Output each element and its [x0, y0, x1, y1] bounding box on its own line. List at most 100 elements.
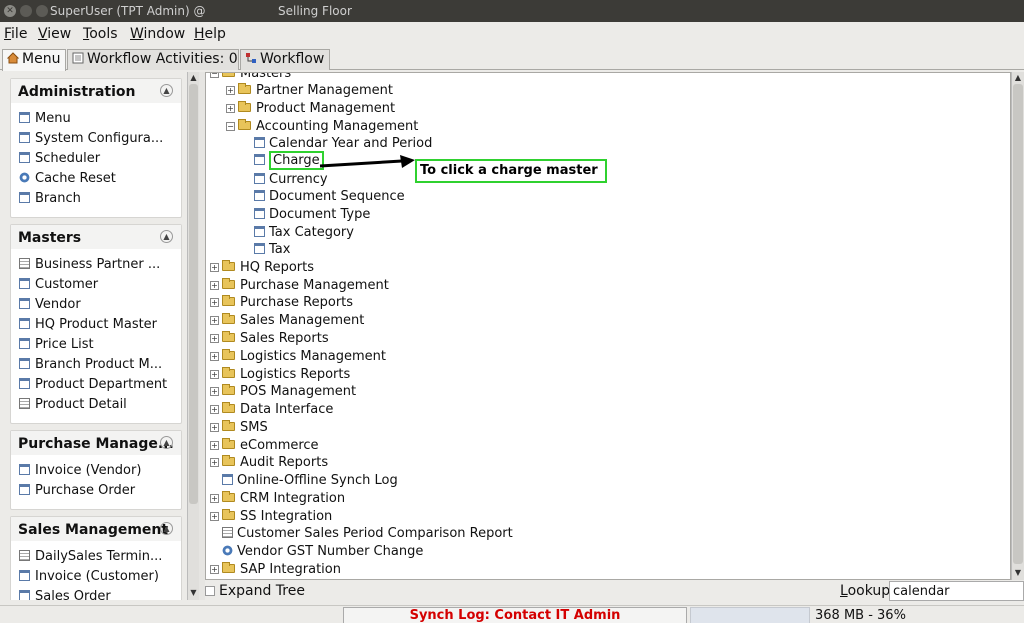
- tree-row[interactable]: + Product Management: [226, 101, 395, 119]
- collapse-icon[interactable]: ▲: [160, 436, 173, 449]
- expand-node-icon[interactable]: +: [210, 263, 219, 272]
- tree-row[interactable]: Document Sequence: [254, 189, 405, 207]
- collapse-node-icon[interactable]: −: [210, 73, 219, 78]
- menu-item[interactable]: HQ Product Master: [11, 315, 181, 335]
- folder-icon: [222, 384, 235, 395]
- expand-node-icon[interactable]: +: [210, 494, 219, 503]
- menu-item[interactable]: Price List: [11, 335, 181, 355]
- tree-row[interactable]: + Partner Management: [226, 83, 393, 101]
- menu-item[interactable]: Invoice (Customer): [11, 567, 181, 587]
- expand-node-icon[interactable]: +: [226, 104, 235, 113]
- scroll-thumb[interactable]: [189, 84, 198, 504]
- menu-item[interactable]: Cache Reset: [11, 169, 181, 189]
- expand-node-icon[interactable]: +: [210, 405, 219, 414]
- tree-row[interactable]: Document Type: [254, 207, 370, 225]
- tree-row[interactable]: + CRM Integration: [210, 491, 345, 509]
- expand-node-icon[interactable]: +: [210, 565, 219, 574]
- menu-item[interactable]: System Configura...: [11, 129, 181, 149]
- group-title[interactable]: Administration: [11, 79, 181, 103]
- expand-node-icon[interactable]: +: [210, 387, 219, 396]
- menu-tools[interactable]: Tools: [83, 26, 118, 42]
- menu-view[interactable]: View: [38, 26, 71, 42]
- tree-row[interactable]: + SAP Integration: [210, 562, 341, 579]
- menu-item[interactable]: DailySales Termin...: [11, 547, 181, 567]
- menu-item[interactable]: Branch Product M...: [11, 355, 181, 375]
- tree-row[interactable]: + Logistics Management: [210, 349, 386, 367]
- tree-row[interactable]: Tax: [254, 242, 290, 260]
- expand-node-icon[interactable]: +: [210, 458, 219, 467]
- tree-row-charge[interactable]: Charge: [254, 151, 324, 171]
- menu-item[interactable]: Product Detail: [11, 395, 181, 415]
- menu-item[interactable]: Sales Order: [11, 587, 181, 600]
- group-title[interactable]: Purchase Manage...: [11, 431, 181, 455]
- scroll-up-icon[interactable]: ▲: [1012, 72, 1024, 84]
- tree-row[interactable]: Online-Offline Synch Log: [222, 473, 398, 491]
- expand-node-icon[interactable]: +: [210, 423, 219, 432]
- maximize-icon[interactable]: [36, 5, 48, 17]
- tab-workflow-activities[interactable]: Workflow Activities: 0: [67, 49, 239, 70]
- collapse-icon[interactable]: ▲: [160, 522, 173, 535]
- tree-row[interactable]: + Data Interface: [210, 402, 333, 420]
- tree-row[interactable]: + POS Management: [210, 384, 356, 402]
- synch-log-status[interactable]: Synch Log: Contact IT Admin: [343, 607, 687, 623]
- expand-node-icon[interactable]: +: [210, 512, 219, 521]
- tree-row[interactable]: + Purchase Reports: [210, 295, 353, 313]
- collapse-icon[interactable]: ▲: [160, 230, 173, 243]
- menu-item[interactable]: Vendor: [11, 295, 181, 315]
- collapse-icon[interactable]: ▲: [160, 84, 173, 97]
- menu-window[interactable]: Window: [130, 26, 185, 42]
- group-title[interactable]: Masters: [11, 225, 181, 249]
- tree-label: Audit Reports: [240, 455, 329, 470]
- scroll-down-icon[interactable]: ▼: [188, 587, 199, 599]
- menu-help[interactable]: Help: [194, 26, 226, 42]
- tree-row[interactable]: − Accounting Management: [226, 119, 418, 137]
- tree-row[interactable]: + Purchase Management: [210, 278, 389, 296]
- close-icon[interactable]: ✕: [4, 5, 16, 17]
- expand-node-icon[interactable]: +: [226, 86, 235, 95]
- expand-node-icon[interactable]: +: [210, 316, 219, 325]
- expand-node-icon[interactable]: +: [210, 334, 219, 343]
- menu-item[interactable]: Product Department: [11, 375, 181, 395]
- group-title[interactable]: Sales Management: [11, 517, 181, 541]
- menu-item[interactable]: Menu: [11, 109, 181, 129]
- tree-row[interactable]: + Audit Reports: [210, 455, 328, 473]
- tree-row[interactable]: + Logistics Reports: [210, 367, 350, 385]
- minimize-icon[interactable]: [20, 5, 32, 17]
- tree-label: CRM Integration: [240, 491, 346, 506]
- tree-row[interactable]: + HQ Reports: [210, 260, 314, 278]
- tree-row[interactable]: Currency: [254, 172, 328, 190]
- scroll-down-icon[interactable]: ▼: [1012, 567, 1024, 579]
- lookup-input[interactable]: [889, 581, 1024, 601]
- menu-item[interactable]: Invoice (Vendor): [11, 461, 181, 481]
- window-icon: [19, 570, 30, 581]
- tree-row[interactable]: + SMS: [210, 420, 268, 438]
- menu-item[interactable]: Customer: [11, 275, 181, 295]
- menu-item[interactable]: Purchase Order: [11, 481, 181, 501]
- tree-row[interactable]: + Sales Management: [210, 313, 364, 331]
- tree-scrollbar[interactable]: ▲ ▼: [1011, 72, 1024, 580]
- tree-row[interactable]: Tax Category: [254, 225, 354, 243]
- tree-row[interactable]: + SS Integration: [210, 509, 332, 527]
- report-icon: [19, 550, 30, 561]
- window-icon: [254, 226, 265, 237]
- menu-item[interactable]: Branch: [11, 189, 181, 209]
- tree-row[interactable]: Customer Sales Period Comparison Report: [222, 526, 513, 544]
- expand-tree-checkbox[interactable]: [205, 586, 215, 596]
- menu-item[interactable]: Scheduler: [11, 149, 181, 169]
- menu-item[interactable]: Business Partner ...: [11, 255, 181, 275]
- collapse-node-icon[interactable]: −: [226, 122, 235, 131]
- tree-row[interactable]: + Sales Reports: [210, 331, 329, 349]
- expand-node-icon[interactable]: +: [210, 441, 219, 450]
- expand-node-icon[interactable]: +: [210, 370, 219, 379]
- expand-node-icon[interactable]: +: [210, 352, 219, 361]
- scroll-up-icon[interactable]: ▲: [188, 72, 199, 84]
- tab-menu[interactable]: Menu: [2, 49, 66, 71]
- menu-panel-scrollbar[interactable]: ▲ ▼: [187, 72, 199, 600]
- scroll-thumb[interactable]: [1013, 84, 1023, 564]
- menu-file[interactable]: File: [4, 26, 27, 42]
- tab-workflow[interactable]: Workflow: [240, 49, 330, 70]
- expand-node-icon[interactable]: +: [210, 298, 219, 307]
- expand-node-icon[interactable]: +: [210, 281, 219, 290]
- tree-row[interactable]: + eCommerce: [210, 438, 319, 456]
- tree-row[interactable]: Vendor GST Number Change: [222, 544, 423, 562]
